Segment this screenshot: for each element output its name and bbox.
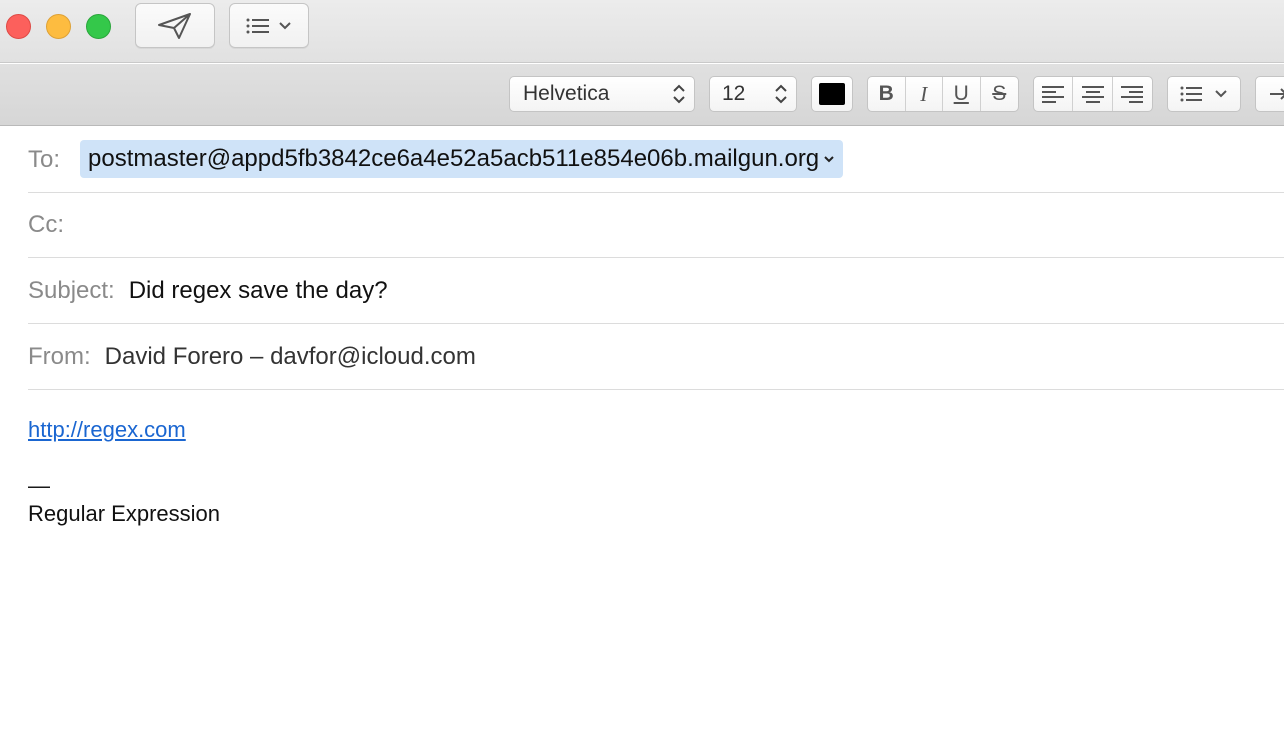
font-family-value: Helvetica bbox=[523, 82, 610, 105]
text-color-well[interactable] bbox=[811, 76, 853, 112]
window-toolbar bbox=[0, 0, 1284, 63]
indent-button[interactable] bbox=[1255, 76, 1284, 112]
list-icon bbox=[246, 18, 269, 33]
font-size-select[interactable]: 12 bbox=[709, 76, 797, 112]
format-bar: Helvetica 12 B I U S bbox=[0, 64, 1284, 126]
indent-arrow-icon bbox=[1270, 88, 1284, 100]
zoom-window-button[interactable] bbox=[86, 14, 111, 39]
body-link[interactable]: http://regex.com bbox=[28, 416, 220, 444]
chevron-down-icon[interactable] bbox=[823, 155, 835, 163]
signature-separator: — bbox=[28, 473, 50, 498]
from-label: From: bbox=[28, 342, 91, 370]
message-body[interactable]: http://regex.com — Regular Expression bbox=[28, 416, 220, 528]
underline-button[interactable]: U bbox=[943, 77, 981, 111]
italic-button[interactable]: I bbox=[906, 77, 943, 111]
chevron-down-icon bbox=[279, 21, 291, 29]
from-field[interactable]: From: David Forero – davfor@icloud.com bbox=[28, 324, 1284, 390]
font-size-value: 12 bbox=[722, 82, 746, 105]
to-label: To: bbox=[28, 145, 61, 173]
subject-label: Subject: bbox=[28, 276, 115, 304]
underline-label: U bbox=[953, 82, 969, 105]
subject-value[interactable]: Did regex save the day? bbox=[129, 277, 388, 305]
italic-label: I bbox=[920, 81, 928, 106]
recipient-token[interactable]: postmaster@appd5fb3842ce6a4e52a5acb511e8… bbox=[80, 140, 844, 178]
strikethrough-button[interactable]: S bbox=[981, 77, 1018, 111]
cc-field[interactable]: Cc: bbox=[28, 192, 1284, 258]
to-field[interactable]: To: postmaster@appd5fb3842ce6a4e52a5acb5… bbox=[28, 127, 1284, 193]
align-right-icon bbox=[1121, 86, 1144, 103]
up-down-arrows-icon bbox=[673, 84, 685, 104]
minimize-window-button[interactable] bbox=[46, 14, 71, 39]
up-down-arrows-icon bbox=[775, 84, 787, 104]
align-right-button[interactable] bbox=[1113, 77, 1152, 111]
strikethrough-label: S bbox=[992, 82, 1007, 105]
align-center-icon bbox=[1081, 86, 1104, 103]
bulleted-list-icon bbox=[1180, 86, 1202, 102]
bold-button[interactable]: B bbox=[868, 77, 906, 111]
from-value[interactable]: David Forero – davfor@icloud.com bbox=[105, 343, 476, 371]
text-color-swatch bbox=[819, 83, 845, 105]
cc-label: Cc: bbox=[28, 210, 64, 238]
chevron-down-icon bbox=[1215, 90, 1227, 98]
paper-plane-icon bbox=[158, 12, 191, 39]
subject-field[interactable]: Subject: Did regex save the day? bbox=[28, 258, 1284, 324]
align-left-icon bbox=[1042, 86, 1065, 103]
align-left-button[interactable] bbox=[1034, 77, 1074, 111]
signature-text: Regular Expression bbox=[28, 501, 220, 526]
align-center-button[interactable] bbox=[1073, 77, 1113, 111]
header-fields-button[interactable] bbox=[229, 3, 309, 48]
list-style-select[interactable] bbox=[1167, 76, 1241, 112]
recipient-address: postmaster@appd5fb3842ce6a4e52a5acb511e8… bbox=[88, 145, 820, 172]
font-family-select[interactable]: Helvetica bbox=[509, 76, 695, 112]
bold-label: B bbox=[878, 82, 894, 105]
close-window-button[interactable] bbox=[6, 14, 31, 39]
text-style-segmented: B I U S bbox=[867, 76, 1019, 112]
send-button[interactable] bbox=[135, 3, 215, 48]
alignment-segmented bbox=[1033, 76, 1153, 112]
